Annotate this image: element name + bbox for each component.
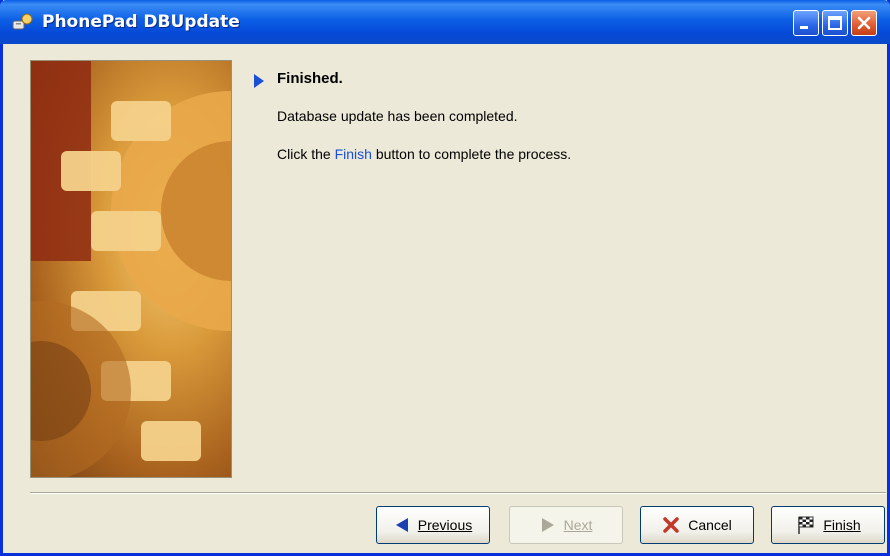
finish-button[interactable]: Finish	[771, 506, 885, 544]
previous-label: Previous	[417, 517, 473, 533]
minimize-icon	[800, 26, 808, 29]
cancel-button[interactable]: Cancel	[640, 506, 754, 544]
instruction-text-after: button to complete the process.	[371, 146, 572, 162]
window-title: PhonePad DBUpdate	[42, 12, 240, 32]
close-icon	[857, 16, 871, 30]
checkered-flag-icon	[798, 516, 814, 534]
cancel-label: Cancel	[688, 517, 732, 533]
phonepad-app-icon	[12, 13, 33, 30]
arrow-right-icon	[541, 518, 554, 532]
step-arrow-icon	[254, 74, 264, 88]
minimize-button[interactable]	[793, 10, 819, 36]
close-button[interactable]	[851, 10, 877, 36]
instruction-text-before: Click the	[277, 146, 335, 162]
arrow-left-icon	[395, 518, 408, 532]
finish-reference-text: Finish	[334, 146, 372, 162]
maximize-icon	[828, 16, 842, 30]
instruction-message: Click the Finish button to complete the …	[277, 146, 571, 162]
wizard-window: PhonePad DBUpdate Finished. Database upd…	[0, 0, 890, 556]
status-message: Database update has been completed.	[277, 108, 518, 124]
gears-banner-image	[30, 60, 232, 478]
gears-illustration	[31, 61, 231, 477]
next-button[interactable]: Next	[509, 506, 623, 544]
next-label: Next	[563, 517, 593, 533]
step-heading: Finished.	[277, 70, 343, 87]
finish-label: Finish	[823, 517, 861, 533]
maximize-button[interactable]	[822, 10, 848, 36]
button-divider	[30, 492, 886, 494]
x-mark-icon	[663, 517, 679, 533]
title-bar[interactable]: PhonePad DBUpdate	[0, 0, 890, 44]
previous-button[interactable]: Previous	[376, 506, 490, 544]
